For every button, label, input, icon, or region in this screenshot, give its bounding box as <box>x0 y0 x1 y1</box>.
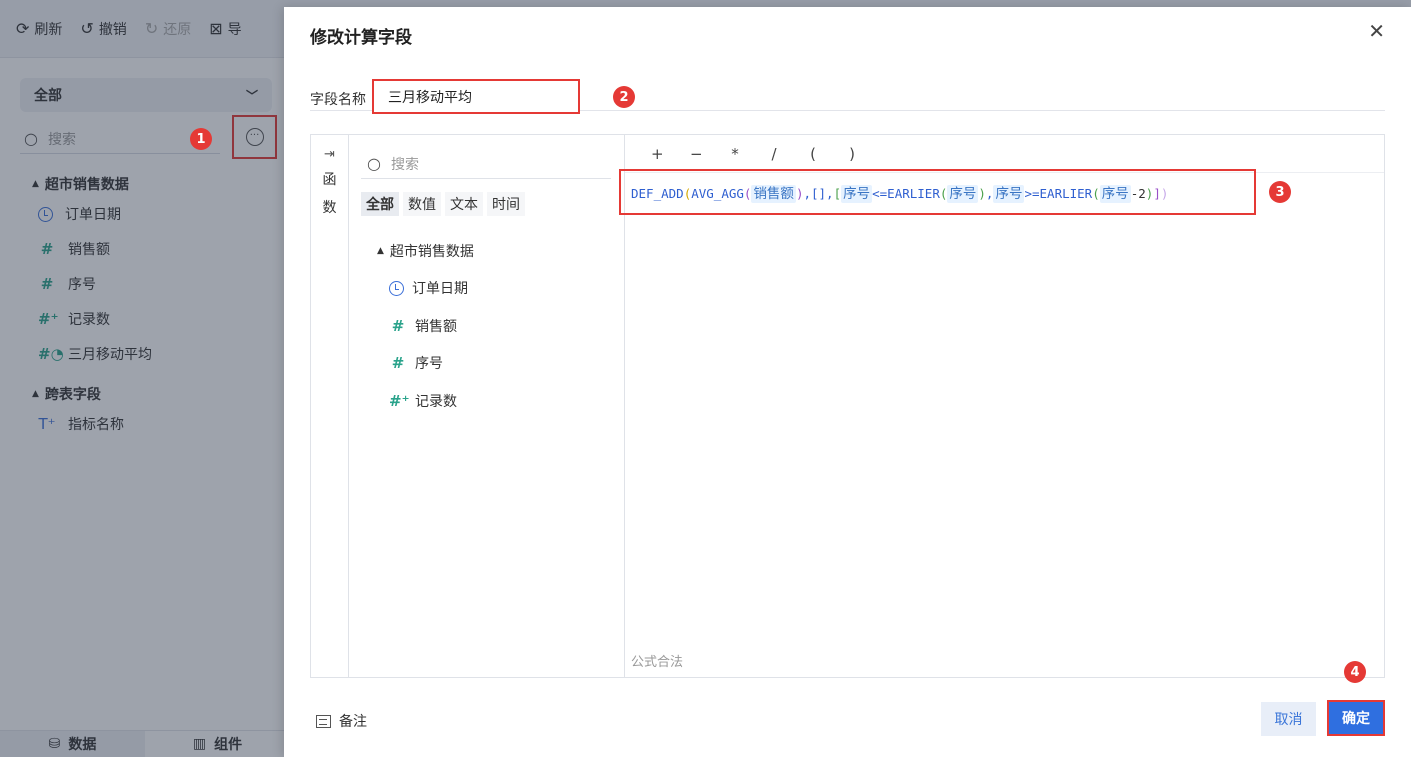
formula-field-sales: 销售额 <box>751 185 796 203</box>
field-item-label: 销售额 <box>415 319 457 335</box>
field-name-label: 字段名称 <box>310 92 366 108</box>
hash-icon: # <box>391 317 405 335</box>
step-badge-4: 4 <box>1344 661 1366 683</box>
formula-editor: ⇥ 函 数 ○ 搜索 全部 数值 文本 时间 ▲ 超市销售数据 订单日期 # 销… <box>310 134 1385 678</box>
function-rail[interactable]: ⇥ 函 数 <box>311 135 349 677</box>
close-icon[interactable]: ✕ <box>1368 21 1385 41</box>
note-icon <box>316 714 331 728</box>
field-tree-group-title: 超市销售数据 <box>389 244 474 260</box>
edit-calculated-field-dialog: 修改计算字段 ✕ 字段名称 2 ⇥ 函 数 ○ 搜索 全部 数值 文本 时间 ▲ <box>284 7 1411 757</box>
formula-minus-two: -2 <box>1130 186 1146 201</box>
tab-all[interactable]: 全部 <box>361 192 399 216</box>
tab-time[interactable]: 时间 <box>487 192 525 216</box>
formula-field-seq: 序号 <box>841 185 873 203</box>
formula-sep: ,[], <box>803 186 834 201</box>
field-item-order-date[interactable]: 订单日期 <box>389 278 468 298</box>
formula-field-seq: 序号 <box>1099 185 1131 203</box>
fn-avg-agg: AVG_AGG <box>691 186 744 201</box>
step-badge-3: 3 <box>1269 181 1291 203</box>
confirm-button-highlight: 确定 <box>1327 700 1385 736</box>
formula-field-seq: 序号 <box>993 185 1025 203</box>
note-button[interactable]: 备注 <box>316 711 367 731</box>
formula-op-le: <= <box>872 186 888 201</box>
code-area[interactable]: + − * / ( ) DEF_ADD(AVG_AGG(销售额),[],[序号 <… <box>619 135 1384 677</box>
open-paren-operator[interactable]: ( <box>807 145 819 163</box>
tab-text[interactable]: 文本 <box>445 192 483 216</box>
fn-earlier: EARLIER <box>1039 186 1093 201</box>
field-type-tabs: 全部 数值 文本 时间 <box>361 192 525 216</box>
minus-operator[interactable]: − <box>690 145 703 163</box>
field-item-record-count[interactable]: #⁺ 记录数 <box>389 391 457 411</box>
clock-icon <box>389 280 404 296</box>
formula-input[interactable]: DEF_ADD(AVG_AGG(销售额),[],[序号 <=EARLIER(序号)… <box>619 169 1256 215</box>
close-paren-operator[interactable]: ) <box>846 145 858 163</box>
field-panel: ○ 搜索 全部 数值 文本 时间 ▲ 超市销售数据 订单日期 # 销售额 # 序… <box>349 135 625 677</box>
formula-status: 公式合法 <box>631 655 684 670</box>
hash-icon: # <box>391 354 405 372</box>
field-item-label: 记录数 <box>415 394 457 410</box>
divide-operator[interactable]: / <box>768 145 780 163</box>
search-icon: ○ <box>367 154 381 173</box>
field-item-seq[interactable]: # 序号 <box>389 353 443 373</box>
tab-numeric[interactable]: 数值 <box>403 192 441 216</box>
field-tree-group[interactable]: ▲ 超市销售数据 <box>377 241 474 261</box>
cancel-button[interactable]: 取消 <box>1261 702 1316 736</box>
dialog-title: 修改计算字段 <box>310 28 412 48</box>
field-name-input[interactable] <box>372 79 580 114</box>
step-badge-2: 2 <box>613 86 635 108</box>
field-item-label: 订单日期 <box>412 281 468 297</box>
field-name-row: 字段名称 2 <box>310 79 1385 114</box>
step-badge-1: 1 <box>190 128 212 150</box>
expand-arrow-icon[interactable]: ⇥ <box>324 147 335 162</box>
formula-op-ge: >= <box>1024 186 1040 201</box>
rail-label-2: 数 <box>322 200 337 216</box>
confirm-button[interactable]: 确定 <box>1329 702 1383 734</box>
field-item-sales[interactable]: # 销售额 <box>389 316 457 336</box>
fn-earlier: EARLIER <box>887 186 940 201</box>
hash-plus-icon: #⁺ <box>389 392 410 410</box>
multiply-operator[interactable]: * <box>729 145 741 163</box>
field-search-input[interactable]: ○ 搜索 <box>361 149 611 179</box>
collapse-triangle-icon: ▲ <box>377 246 384 256</box>
operator-bar: + − * / ( ) <box>625 135 1384 173</box>
fn-def-add: DEF_ADD <box>631 186 684 201</box>
formula-field-seq: 序号 <box>947 185 979 203</box>
rail-label-1: 函 <box>322 172 337 188</box>
formula-text: DEF_ADD(AVG_AGG(销售额),[],[序号 <=EARLIER(序号)… <box>631 185 1169 203</box>
note-label: 备注 <box>339 714 367 730</box>
field-search-placeholder: 搜索 <box>390 156 419 173</box>
plus-operator[interactable]: + <box>651 145 664 163</box>
field-item-label: 序号 <box>415 356 443 372</box>
